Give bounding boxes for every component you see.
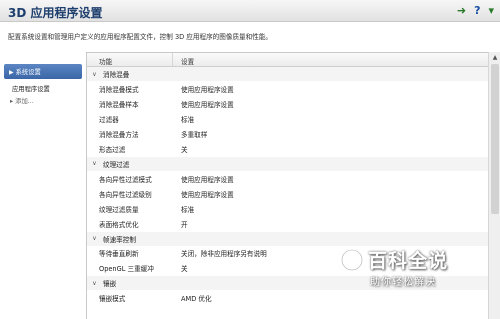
- row-feature: 过滤器: [99, 115, 119, 124]
- row-setting[interactable]: 标准: [173, 114, 194, 124]
- row-setting[interactable]: 关: [173, 144, 188, 154]
- scroll-up-icon[interactable]: ▲: [489, 52, 500, 63]
- row-setting[interactable]: 关: [173, 263, 188, 273]
- tab-global-settings[interactable]: ▶ 系统设置: [4, 64, 82, 79]
- row-feature: 消除混叠样本: [99, 100, 139, 109]
- add-link-label: 添加...: [15, 98, 34, 105]
- dropdown-icon[interactable]: ▾: [488, 4, 494, 17]
- row-setting[interactable]: 关闭，除非应用程序另有说明: [173, 248, 267, 258]
- table-row[interactable]: 消除混叠模式 使用应用程序设置: [87, 81, 488, 96]
- row-setting[interactable]: 开: [173, 219, 188, 229]
- row-feature: 表面格式优化: [99, 221, 139, 230]
- column-header-feature[interactable]: 功能: [87, 53, 173, 66]
- row-setting[interactable]: 使用应用程序设置: [173, 84, 234, 94]
- group-label: 纹理过滤: [103, 160, 130, 169]
- row-feature: 消除混叠模式: [99, 85, 139, 94]
- row-feature: 纹理过滤质量: [99, 205, 139, 214]
- group-label: 帧速率控制: [103, 235, 136, 244]
- table-row[interactable]: 消除混叠方法 多重取样: [87, 127, 488, 142]
- page-description: 配置系统设置和管理用户定义的应用程序配置文件，控制 3D 应用程序的图像质量和性…: [8, 33, 273, 41]
- back-icon[interactable]: ➜: [457, 4, 466, 17]
- title-icons: ➜ ? ▾: [457, 4, 494, 17]
- group-texture-filtering[interactable]: ∨ 纹理过滤: [87, 156, 488, 171]
- table-row[interactable]: 各向异性过滤级别 使用应用程序设置: [87, 186, 488, 201]
- chevron-down-icon[interactable]: ∨: [87, 235, 99, 242]
- watermark-main-text: 百科全说: [368, 250, 449, 272]
- row-feature: OpenGL 三重缓冲: [99, 265, 154, 274]
- table-row[interactable]: 消除混叠样本 使用应用程序设置: [87, 96, 488, 111]
- row-feature: 镶嵌模式: [99, 294, 126, 303]
- table-row[interactable]: 形态过滤 关: [87, 142, 488, 157]
- table-row[interactable]: 过滤器 标准: [87, 111, 488, 126]
- column-header-setting[interactable]: 设置: [173, 53, 194, 66]
- group-antialiasing[interactable]: ∨ 消除混叠: [87, 67, 488, 81]
- row-feature: 各向异性过滤级别: [99, 190, 152, 199]
- group-label: 消除混叠: [103, 71, 130, 79]
- grid-header: 功能 设置: [87, 53, 488, 67]
- chevron-down-icon[interactable]: ∨: [87, 280, 99, 287]
- table-row[interactable]: 各向异性过滤模式 使用应用程序设置: [87, 171, 488, 186]
- row-setting[interactable]: 使用应用程序设置: [173, 99, 234, 109]
- title-bar: 3D 应用程序设置 ➜ ? ▾: [0, 0, 500, 22]
- row-setting[interactable]: AMD 优化: [173, 293, 212, 303]
- tab-global-settings-label: 系统设置: [15, 69, 41, 76]
- table-row[interactable]: 表面格式优化 开: [87, 217, 488, 232]
- row-feature: 各向异性过滤模式: [99, 175, 152, 184]
- row-setting[interactable]: 标准: [173, 204, 194, 214]
- chevron-down-icon[interactable]: ∨: [87, 160, 99, 167]
- add-application-link[interactable]: ▸ 添加...: [4, 95, 82, 107]
- row-feature: 形态过滤: [99, 146, 126, 155]
- settings-sidebar: ▶ 系统设置 应用程序设置 ▸ 添加...: [0, 52, 84, 319]
- watermark: 百科全说 助你轻松解决: [340, 244, 490, 304]
- help-icon[interactable]: ?: [474, 4, 480, 17]
- tab-application-settings[interactable]: 应用程序设置: [4, 82, 82, 95]
- watermark-sub-text: 助你轻松解决: [370, 277, 436, 288]
- scroll-thumb[interactable]: [491, 64, 499, 214]
- page-title: 3D 应用程序设置: [8, 6, 103, 20]
- row-feature: 消除混叠方法: [99, 131, 139, 140]
- row-setting[interactable]: 多重取样: [173, 129, 207, 139]
- chevron-right-icon: ▶: [9, 69, 14, 76]
- row-setting[interactable]: 使用应用程序设置: [173, 189, 234, 199]
- row-setting[interactable]: 使用应用程序设置: [173, 174, 234, 184]
- chevron-down-icon[interactable]: ∨: [87, 71, 99, 78]
- row-feature: 等待垂直刷新: [99, 250, 139, 259]
- group-label: 镶嵌: [103, 280, 117, 289]
- table-row[interactable]: 纹理过滤质量 标准: [87, 201, 488, 216]
